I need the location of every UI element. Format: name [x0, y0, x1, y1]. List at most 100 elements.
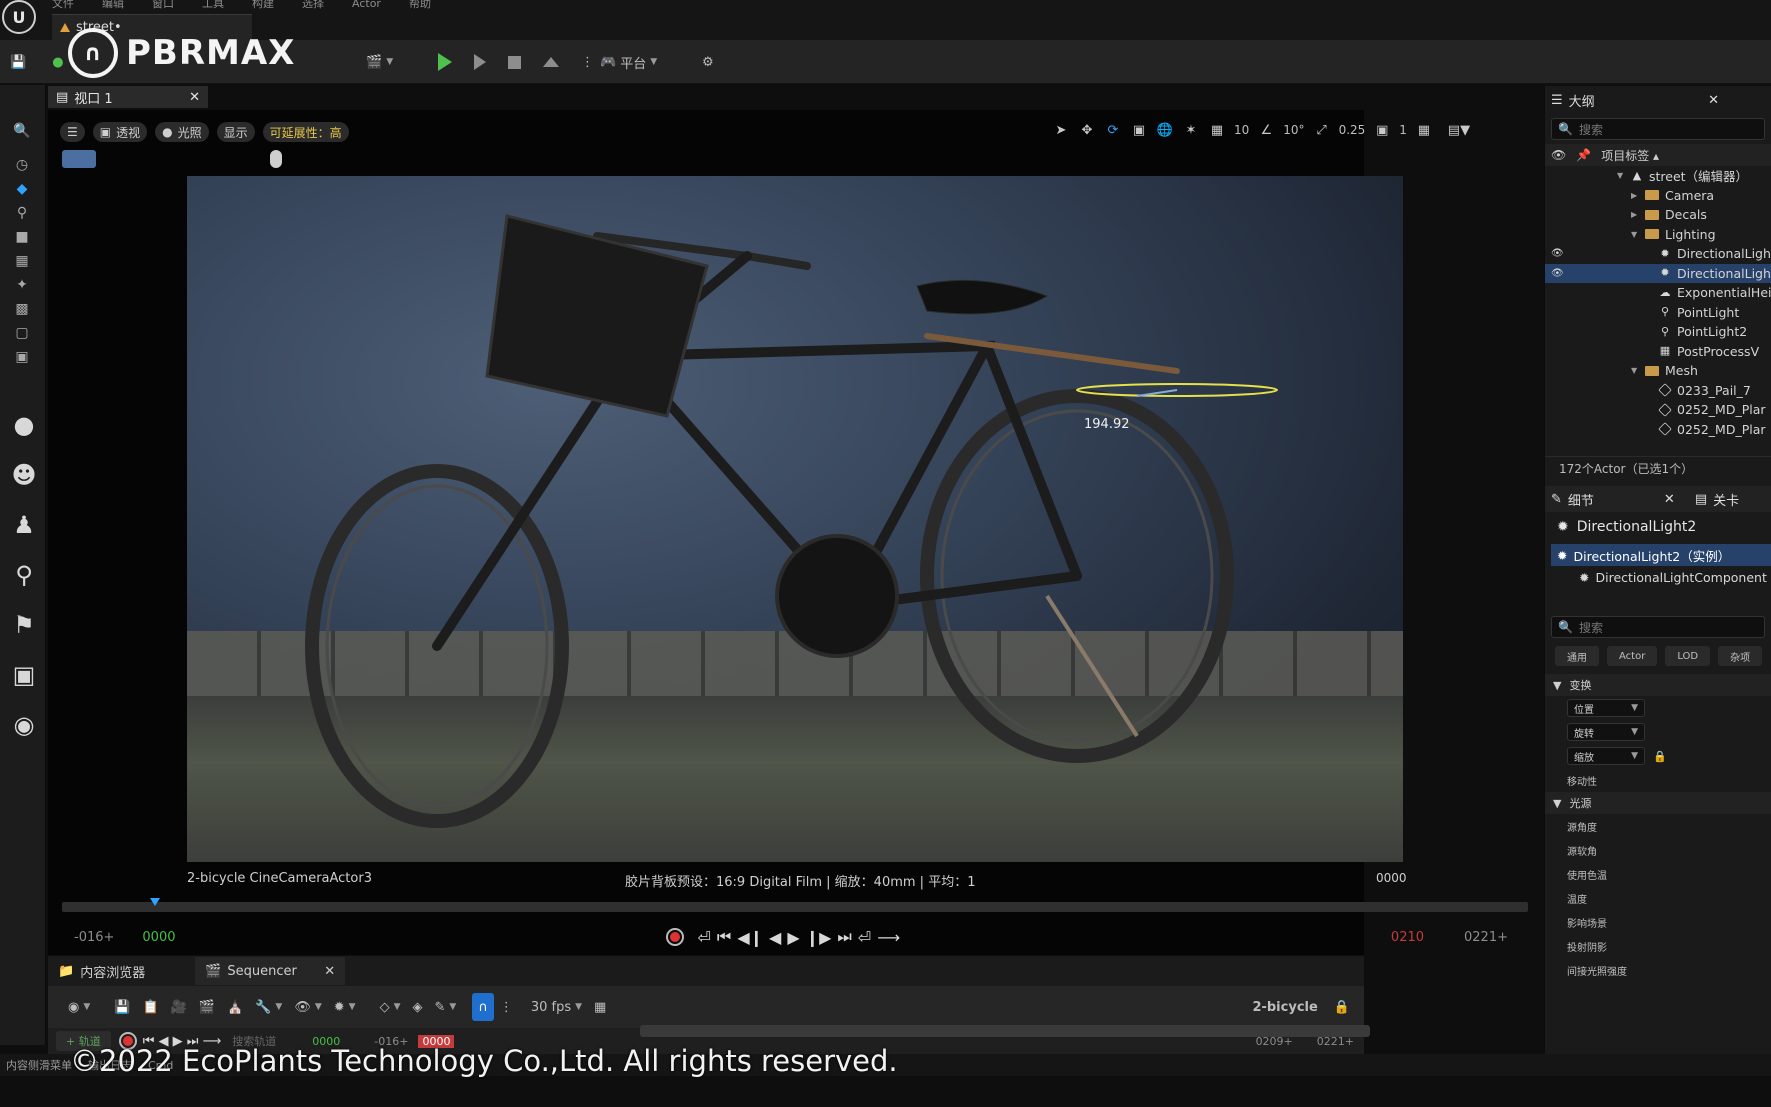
- prev-frame-icon[interactable]: ◀❙: [737, 928, 763, 947]
- filter-button[interactable]: 杂项: [1718, 646, 1763, 666]
- outliner-row[interactable]: 0252_MD_Plar: [1545, 420, 1771, 439]
- point-light-icon[interactable]: ⚲: [8, 561, 40, 593]
- pawn-icon[interactable]: ♟: [8, 511, 40, 543]
- play-button[interactable]: [432, 48, 458, 76]
- scalability-button[interactable]: 可延展性：高: [262, 122, 349, 142]
- scale-dropdown[interactable]: 缩放 ▼: [1567, 747, 1645, 765]
- cube-icon[interactable]: ▣: [8, 661, 40, 693]
- hierarchy-icon[interactable]: ⛪: [221, 993, 249, 1021]
- viewport-tab[interactable]: ▤ 视口 1 ✕: [48, 86, 208, 108]
- shapes-icon[interactable]: ■: [8, 229, 36, 249]
- cinematic-icon[interactable]: ▦: [8, 253, 36, 273]
- playback-options-icon[interactable]: ✹ ▼: [328, 993, 362, 1021]
- next-frame-icon[interactable]: ❙▶: [806, 928, 832, 947]
- category-light[interactable]: ▼ 光源: [1545, 792, 1771, 814]
- close-icon[interactable]: ✕: [324, 964, 335, 979]
- lock-icon[interactable]: 🔒: [1653, 750, 1667, 763]
- details-search-input[interactable]: 🔍 搜索: [1551, 616, 1765, 638]
- scale-snap-value[interactable]: 0.25: [1339, 123, 1366, 137]
- show-button[interactable]: 显示: [216, 122, 255, 142]
- outliner-row[interactable]: ▼ Lighting: [1545, 225, 1771, 244]
- key-icon[interactable]: ◇ ▼: [374, 993, 407, 1021]
- close-icon[interactable]: ✕: [1708, 93, 1719, 108]
- step-play-button[interactable]: [468, 48, 492, 76]
- save-icon[interactable]: 💾: [108, 993, 136, 1021]
- caret-icon[interactable]: ▼: [1631, 366, 1641, 375]
- layout-icon[interactable]: ▤▼: [1441, 121, 1477, 139]
- outliner-tab[interactable]: ☰ 大纲 ✕: [1545, 88, 1771, 112]
- jump-end-icon[interactable]: ⏎: [858, 928, 871, 947]
- next-key-icon[interactable]: ⏭: [837, 927, 851, 947]
- rotation-snap-icon[interactable]: ∠: [1257, 121, 1275, 139]
- maximize-icon[interactable]: ▦: [1415, 121, 1433, 139]
- sequencer-range-bar[interactable]: [640, 1025, 1370, 1037]
- filter-button[interactable]: 通用: [1555, 646, 1599, 666]
- search-icon[interactable]: 🔍: [8, 123, 36, 143]
- basic-icon[interactable]: ◆: [8, 181, 36, 201]
- tab-sequencer[interactable]: 🎬 Sequencer ✕: [195, 957, 346, 985]
- close-icon[interactable]: ✕: [189, 90, 200, 105]
- eye-icon[interactable]: 👁: [1551, 148, 1566, 162]
- select-icon[interactable]: ➤: [1052, 121, 1070, 139]
- actor-sphere-icon[interactable]: ●: [8, 411, 40, 443]
- outliner-row[interactable]: 0252_MD_Plar: [1545, 400, 1771, 419]
- outliner-row[interactable]: ▶ Camera: [1545, 186, 1771, 205]
- rotation-snap-value[interactable]: 10°: [1283, 123, 1304, 137]
- outliner-row[interactable]: 👁 ✹ DirectionalLigh: [1545, 263, 1771, 283]
- end-frame-red[interactable]: 0210: [1391, 930, 1424, 945]
- player-start-icon[interactable]: ⚑: [8, 611, 40, 643]
- outliner-search-input[interactable]: 🔍 搜索: [1551, 118, 1765, 140]
- details-tab[interactable]: ✎ 细节 ✕ ▤ 关卡: [1545, 486, 1771, 512]
- character-icon[interactable]: ☻: [8, 461, 40, 493]
- prev-key-icon[interactable]: ⏮: [717, 927, 731, 947]
- world-space-icon[interactable]: 🌐: [1156, 121, 1174, 139]
- outliner-row[interactable]: ☁ ExponentialHei: [1545, 283, 1771, 302]
- grid-snap-value[interactable]: 10: [1234, 123, 1249, 137]
- jump-start-icon[interactable]: ⏎: [698, 928, 711, 947]
- pin-icon[interactable]: 📌: [1576, 148, 1591, 162]
- column-label[interactable]: 项目标签 ▴: [1601, 147, 1659, 164]
- start-frame[interactable]: -016+: [74, 930, 114, 945]
- save-as-icon[interactable]: 📋: [136, 993, 164, 1021]
- save-icon[interactable]: 💾: [4, 48, 32, 76]
- scale-icon[interactable]: ▣: [1130, 121, 1148, 139]
- perspective-button[interactable]: ▣ 透视: [92, 122, 148, 142]
- slider-handle[interactable]: [270, 150, 282, 168]
- lighting-button[interactable]: ● 光照: [155, 122, 209, 142]
- caret-icon[interactable]: ▼: [1631, 230, 1641, 239]
- cinematics-icon[interactable]: 🎬 ▼: [360, 48, 399, 76]
- outliner-row[interactable]: ▼ ▲ street（编辑器）: [1545, 166, 1771, 185]
- recent-icon[interactable]: ◷: [8, 157, 36, 177]
- tools-icon[interactable]: 🔧 ▼: [249, 993, 288, 1021]
- camera-speed-value[interactable]: 1: [1399, 123, 1407, 137]
- menu-item[interactable]: 工具: [202, 0, 224, 11]
- render-icon[interactable]: 🎬: [193, 993, 221, 1021]
- fps-dropdown[interactable]: 30 fps ▼: [525, 993, 588, 1021]
- world-icon[interactable]: ◉ ▼: [62, 993, 96, 1021]
- visibility-icon[interactable]: 👁: [1551, 268, 1573, 279]
- visibility-icon[interactable]: 👁: [1551, 248, 1573, 259]
- source-control-icon[interactable]: ●: [46, 48, 69, 76]
- content-drawer-button[interactable]: 内容侧滑菜单: [6, 1057, 72, 1073]
- all-classes-icon[interactable]: ▣: [8, 349, 36, 369]
- rotation-dropdown[interactable]: 旋转 ▼: [1567, 723, 1645, 741]
- outliner-row[interactable]: ▼ Mesh: [1545, 361, 1771, 380]
- outliner-row[interactable]: ⚲ PointLight: [1545, 303, 1771, 322]
- settings-icon[interactable]: ⚙: [696, 48, 720, 76]
- menu-item[interactable]: 帮助: [409, 0, 431, 11]
- level-tab-label[interactable]: 关卡: [1713, 490, 1739, 509]
- menu-item[interactable]: Actor: [352, 0, 381, 10]
- view-icon[interactable]: 👁 ▼: [288, 993, 327, 1021]
- loop-icon[interactable]: ⟶: [877, 928, 900, 947]
- geometry-icon[interactable]: ▩: [8, 301, 36, 321]
- filter-button[interactable]: LOD: [1665, 646, 1711, 666]
- timeline-scrubber[interactable]: [62, 902, 1528, 912]
- edit-icon[interactable]: ✎ ▼: [429, 993, 463, 1021]
- sphere-icon[interactable]: ◉: [8, 711, 40, 743]
- key-all-icon[interactable]: ◈: [407, 993, 429, 1021]
- camera-icon[interactable]: 🎥: [165, 993, 193, 1021]
- unreal-logo-icon[interactable]: U: [2, 0, 36, 34]
- component-row[interactable]: ✹ DirectionalLightComponent: [1545, 566, 1771, 588]
- category-transform[interactable]: ▼ 变换: [1545, 674, 1771, 696]
- location-dropdown[interactable]: 位置 ▼: [1567, 699, 1645, 717]
